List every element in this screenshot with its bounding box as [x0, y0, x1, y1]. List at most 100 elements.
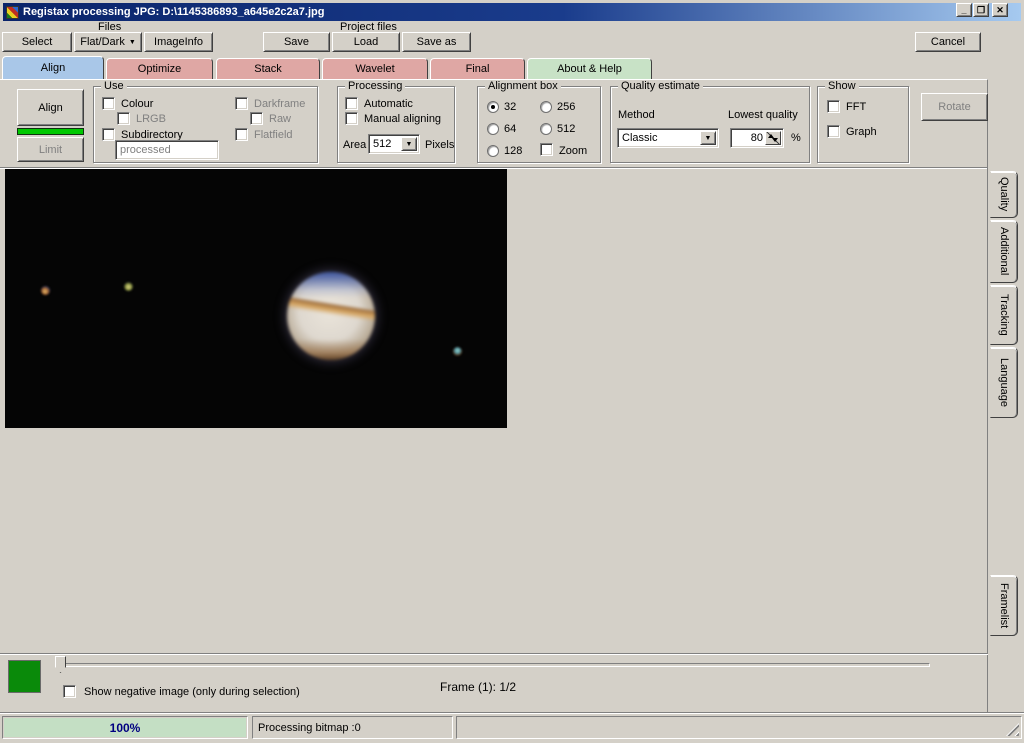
- processing-groupbox: Processing Automatic Manual aligning Are…: [337, 80, 455, 163]
- limit-button[interactable]: Limit: [17, 137, 84, 162]
- window-title: Registax processing JPG: D:\1145386893_a…: [23, 6, 325, 18]
- frame-slider-track[interactable]: [55, 663, 930, 667]
- align-active-indicator: [17, 128, 84, 135]
- load-button[interactable]: Load: [332, 32, 400, 52]
- status-empty-panel: [456, 716, 1022, 739]
- graph-checkbox[interactable]: [827, 125, 840, 138]
- processing-group-title: Processing: [345, 80, 406, 92]
- moon-dot: [453, 347, 462, 356]
- save-as-button[interactable]: Save as: [402, 32, 471, 52]
- jupiter-north-band: [287, 272, 375, 299]
- zoom-label: Zoom: [559, 145, 588, 157]
- close-button-icon[interactable]: ✕: [992, 3, 1008, 17]
- alignment-128-radio[interactable]: [487, 145, 499, 157]
- frame-status-square: [8, 660, 41, 693]
- method-label: Method: [618, 109, 655, 121]
- moon-dot: [41, 286, 50, 295]
- flatdark-button[interactable]: Flat/Dark ▼: [74, 32, 142, 52]
- alignmentbox-group-title: Alignment box: [485, 80, 561, 92]
- rotate-button[interactable]: Rotate: [921, 93, 988, 121]
- show-groupbox: Show FFT Graph: [817, 80, 909, 163]
- automatic-label: Automatic: [364, 98, 413, 110]
- colour-label: Colour: [121, 98, 154, 110]
- bottom-separator: [0, 653, 988, 655]
- use-groupbox: Use Colour LRGB Subdirectory processed D…: [93, 80, 318, 163]
- tab-align[interactable]: Align: [2, 56, 104, 79]
- tab-wavelet[interactable]: Wavelet: [322, 58, 428, 79]
- alignment-256-radio[interactable]: [540, 101, 552, 113]
- side-tab-quality[interactable]: Quality: [990, 171, 1018, 218]
- flatfield-checkbox[interactable]: [235, 128, 248, 141]
- save-button[interactable]: Save: [263, 32, 330, 52]
- darkframe-label: Darkframe: [254, 98, 306, 110]
- lowest-quality-label: Lowest quality: [728, 109, 798, 121]
- method-dropdown-icon[interactable]: ▼: [700, 131, 716, 145]
- automatic-checkbox[interactable]: [345, 97, 358, 110]
- progress-bar: 100%: [2, 716, 248, 739]
- subdirectory-input[interactable]: processed: [115, 140, 219, 160]
- status-message-panel: Processing bitmap :0: [252, 716, 453, 739]
- manual-aligning-checkbox[interactable]: [345, 112, 358, 125]
- statusbar-separator: [0, 712, 1024, 714]
- side-tab-tracking[interactable]: Tracking: [990, 285, 1018, 345]
- raw-label: Raw: [269, 113, 292, 125]
- cancel-button[interactable]: Cancel: [915, 32, 981, 52]
- restore-button-icon[interactable]: ❐: [973, 3, 989, 17]
- alignment-512-label: 512: [557, 123, 576, 135]
- spin-updown-icon[interactable]: [765, 131, 781, 145]
- alignmentbox-groupbox: Alignment box 32 64 128 256 512 Zoom: [477, 80, 601, 163]
- resize-grip-icon[interactable]: [1006, 723, 1019, 736]
- select-button[interactable]: Select: [2, 32, 72, 52]
- side-tab-additional[interactable]: Additional: [990, 220, 1018, 283]
- side-tab-language[interactable]: Language: [990, 347, 1018, 418]
- jupiter-image: [287, 272, 375, 360]
- tab-optimize[interactable]: Optimize: [106, 58, 213, 79]
- lrgb-label: LRGB: [136, 113, 166, 125]
- progress-value: 100%: [4, 718, 246, 737]
- alignment-32-label: 32: [504, 101, 517, 113]
- alignment-64-radio[interactable]: [487, 123, 499, 135]
- moon-dot: [124, 282, 133, 291]
- show-negative-checkbox[interactable]: [63, 685, 76, 698]
- alignment-64-label: 64: [504, 123, 517, 135]
- quality-estimate-group-title: Quality estimate: [618, 80, 703, 92]
- frame-counter-label: Frame (1): 1/2: [440, 680, 517, 694]
- imageinfo-button[interactable]: ImageInfo: [144, 32, 213, 52]
- align-button[interactable]: Align: [17, 89, 84, 126]
- tab-final[interactable]: Final: [430, 58, 525, 79]
- zoom-checkbox[interactable]: [540, 143, 553, 156]
- titlebar[interactable]: Registax processing JPG: D:\1145386893_a…: [3, 3, 1021, 21]
- area-label: Area: [343, 139, 367, 151]
- frame-image-view[interactable]: [5, 169, 507, 428]
- use-group-title: Use: [101, 80, 127, 92]
- minimize-button-icon[interactable]: _: [956, 3, 972, 17]
- alignment-512-radio[interactable]: [540, 123, 552, 135]
- side-tab-framelist[interactable]: Framelist: [990, 575, 1018, 636]
- chevron-down-icon: ▼: [128, 38, 136, 46]
- tab-about-help[interactable]: About & Help: [527, 58, 652, 79]
- jupiter-equatorial-band: [287, 295, 375, 323]
- method-select[interactable]: Classic ▼: [617, 128, 719, 148]
- show-negative-label: Show negative image (only during selecti…: [84, 686, 300, 698]
- alignment-128-label: 128: [504, 145, 523, 157]
- fft-label: FFT: [846, 101, 867, 113]
- area-select[interactable]: 512 ▼: [368, 134, 420, 154]
- lrgb-checkbox[interactable]: [117, 112, 130, 125]
- manual-aligning-label: Manual aligning: [364, 113, 442, 125]
- fft-checkbox[interactable]: [827, 100, 840, 113]
- area-dropdown-icon[interactable]: ▼: [401, 137, 417, 151]
- subdirectory-checkbox[interactable]: [102, 128, 115, 141]
- colour-checkbox[interactable]: [102, 97, 115, 110]
- flatfield-label: Flatfield: [254, 129, 293, 141]
- percent-label: %: [791, 132, 801, 144]
- raw-checkbox[interactable]: [250, 112, 263, 125]
- tab-stack[interactable]: Stack: [216, 58, 320, 79]
- jupiter-south-shading: [287, 338, 375, 360]
- quality-estimate-groupbox: Quality estimate Method Classic ▼ Lowest…: [610, 80, 810, 163]
- status-message: Processing bitmap :0: [258, 721, 361, 734]
- darkframe-checkbox[interactable]: [235, 97, 248, 110]
- lowest-quality-spinner[interactable]: 80: [730, 128, 784, 148]
- registax-window: { "window": { "title": "Registax process…: [0, 0, 1024, 743]
- alignment-32-radio[interactable]: [487, 101, 499, 113]
- show-group-title: Show: [825, 80, 859, 92]
